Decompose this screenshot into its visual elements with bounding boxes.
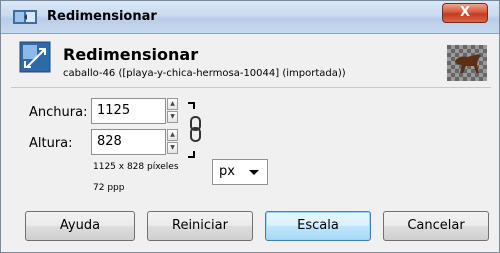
- spin-up-icon[interactable]: ▲: [167, 98, 178, 110]
- close-button[interactable]: X: [442, 3, 488, 23]
- window-title: Redimensionar: [47, 9, 157, 24]
- cancel-button-label: Cancelar: [407, 218, 465, 233]
- scale-button[interactable]: Escala: [265, 211, 371, 241]
- resize-icon: [13, 10, 37, 24]
- header-divider: [11, 87, 491, 88]
- unit-value: px: [219, 164, 235, 179]
- title-bar[interactable]: Redimensionar X: [1, 1, 499, 34]
- help-button[interactable]: Ayuda: [25, 211, 135, 241]
- close-icon: X: [459, 5, 471, 20]
- width-spinner[interactable]: ▲ ▼: [167, 98, 178, 124]
- resize-icon: [19, 41, 51, 73]
- pixel-size-info: 1125 x 828 píxeles: [93, 162, 179, 172]
- height-spinner[interactable]: ▲ ▼: [167, 129, 178, 155]
- resize-dialog: Redimensionar X Redimensionar caballo-46…: [0, 0, 500, 253]
- dialog-heading: Redimensionar: [63, 45, 199, 64]
- spin-down-icon[interactable]: ▼: [167, 111, 178, 123]
- chain-link-icon[interactable]: [184, 101, 208, 159]
- unit-dropdown[interactable]: px: [212, 159, 268, 185]
- spin-up-icon[interactable]: ▲: [167, 129, 178, 141]
- image-name: caballo-46 ([playa-y-chica-hermosa-10044…: [63, 68, 346, 79]
- reset-button[interactable]: Reiniciar: [147, 211, 253, 241]
- resolution-info: 72 ppp: [93, 183, 125, 193]
- width-label: Anchura:: [29, 105, 88, 120]
- height-input[interactable]: 828: [91, 129, 166, 155]
- spin-down-icon[interactable]: ▼: [167, 142, 178, 154]
- reset-button-label: Reiniciar: [172, 218, 228, 233]
- width-input[interactable]: 1125: [91, 98, 166, 124]
- scale-button-label: Escala: [297, 218, 339, 233]
- cancel-button[interactable]: Cancelar: [383, 211, 489, 241]
- horse-image-thumbnail: [447, 45, 487, 81]
- chevron-down-icon: [249, 170, 259, 175]
- help-button-label: Ayuda: [59, 218, 101, 233]
- height-label: Altura:: [29, 136, 73, 151]
